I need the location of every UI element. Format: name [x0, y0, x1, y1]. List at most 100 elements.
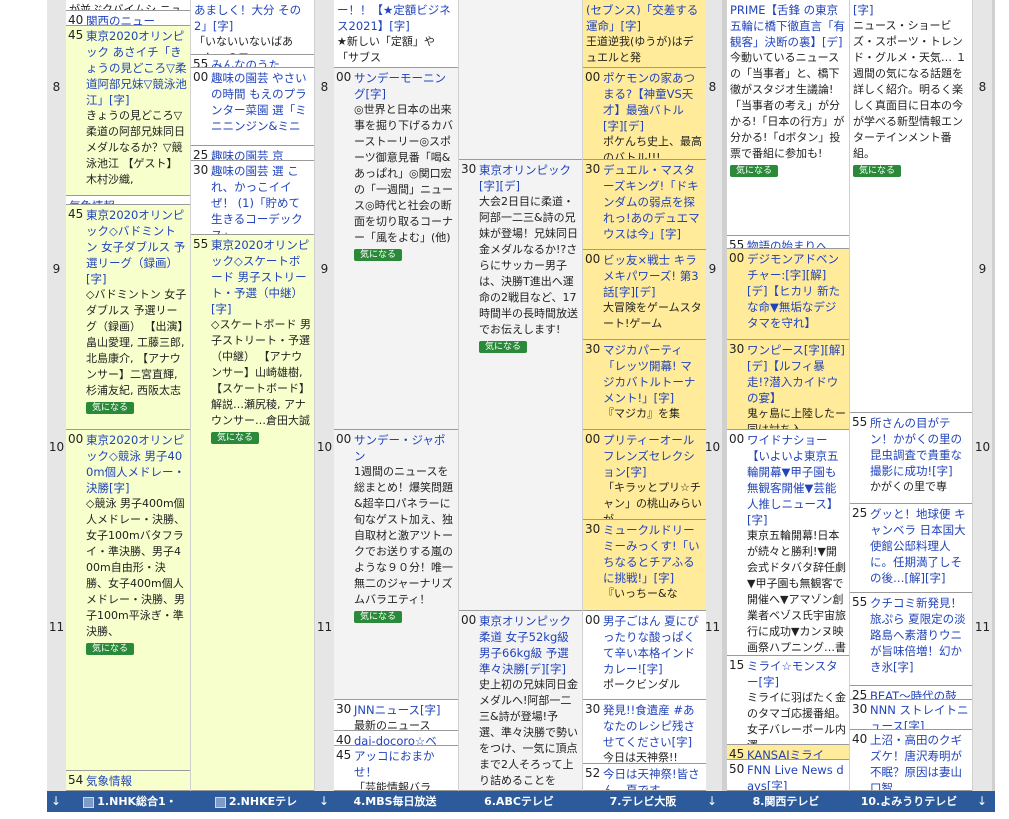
program-title-link[interactable]: 東京オリンピック[字][デ] [479, 162, 579, 194]
program-cell[interactable]: 55 東京2020オリンピック◇スケートボード 男子ストリート・予選（中継）[字]… [191, 235, 314, 791]
program-title-link[interactable]: 趣味の園芸 京 [211, 148, 311, 160]
program-title-link[interactable]: アッコにおまかせ！ [354, 748, 455, 780]
program-cell[interactable]: 25 グッと！地球便 キャンベラ 日本国大使館公邸料理人に。任期満了しその後…[解… [850, 504, 972, 593]
program-cell[interactable]: 25 BEAT～時代の鼓 [850, 686, 972, 700]
program-cell[interactable]: 30 ワンピース[字][解][デ]【ルフィ暴走!?潜入カイドウの宴】 鬼ヶ島に上陸し… [727, 340, 849, 430]
program-title-link[interactable]: デジモンアドベンチャー:[字][解][デ]【ヒカリ 新たな命▼無垢なデジタマを守… [747, 251, 846, 331]
program-cell[interactable]: 55 物語の始まりへ [727, 236, 849, 249]
program-title-link[interactable]: マジカパーティ「レッツ開幕! マジカバトルトーナメント!」[字] [603, 342, 703, 406]
channel-tab[interactable]: 10.よみうりテレビ [850, 791, 968, 812]
program-title-link[interactable]: ミライ☆モンスター[字] [747, 658, 846, 690]
program-title-link[interactable]: BEAT～時代の鼓 [870, 688, 969, 699]
program-title-link[interactable]: 東京オリンピック 柔道 女子52kg級 男子66kg級 予選準々決勝[デ][字] [479, 613, 579, 677]
program-cell[interactable]: [字] ニュース・ショービズ・スポーツ・トレンド・グルメ・天気… １週間の気になる… [850, 0, 972, 413]
program-cell[interactable]: あましく！大分 その2」[字]「いないいないばあっ！」のワ [191, 0, 314, 55]
program-title-link[interactable]: サンデーモーニング[字] [354, 70, 455, 102]
program-cell[interactable]: 30 ミュークルドリーミーみっくす!「いちなるとチアふるに挑戦!」[字] 『いっちー… [583, 520, 706, 611]
watchlist-button[interactable]: 気になる [354, 611, 403, 623]
program-title-link[interactable]: サンデー・ジャポン [354, 432, 455, 464]
program-title-link[interactable]: 趣味の園芸 選 これ、かっこイイぜ！ (1)「貯めて生きるコーデックス」 [211, 163, 311, 234]
program-title-link[interactable]: 東京2020オリンピック あさイチ「きょうの見どころ▽柔道阿部兄妹▽競泳池江」[… [86, 28, 187, 108]
channel-tab[interactable]: 7.テレビ大阪 [583, 791, 703, 812]
channel-tab[interactable]: 2.NHKEテレ [197, 791, 315, 812]
program-title-link[interactable]: FNN Live News days[字] [747, 762, 846, 790]
program-title-link[interactable]: 東京2020オリンピック◇競泳 男子400m個人メドレー・決勝[字] [86, 432, 187, 496]
program-title-link[interactable]: 発見!!食遺産 #あなたのレシピ残させてください[字] [603, 702, 703, 750]
program-cell[interactable]: 40 関西のニュー [66, 11, 190, 26]
program-title-link[interactable]: 所さんの目がテン！かがくの里の昆虫調査で貴重な撮影に成功![字] [870, 415, 969, 479]
program-cell[interactable] [459, 0, 582, 160]
program-title-link[interactable]: 東京2020オリンピック◇バドミントン 女子ダブルス 予選リーグ（録画）[字] [86, 207, 187, 287]
program-cell[interactable]: 30 デュエル・マスターズキング!「ドキンダムの弱点を探れっ!あのデュエマウスは今… [583, 160, 706, 250]
program-title-link[interactable]: NNN ストレイトニュース[字] [870, 702, 969, 729]
program-cell[interactable]: 00 趣味の園芸 やさいの時間 もえのプランター菜園 選「ミニニンジン&ミニ [191, 68, 314, 146]
program-cell[interactable]: 00 サンデー・ジャポン 1週間のニュースを総まとめ！爆笑問題&超辛口パネラーに旬な… [334, 430, 458, 700]
program-cell[interactable]: 40 dai-docoro☆ベ [334, 731, 458, 746]
program-cell[interactable]: 55 クチコミ新発見！旅ぷら 夏限定の淡路島へ素潜りウニが旨味倍増！幻かき氷[字] [850, 593, 972, 686]
program-cell[interactable]: 52 今日は天神祭!皆さん、夏です [583, 764, 706, 791]
program-title-link[interactable]: ポケモンの家あつまる?【神童VS天才】最強バトル[字][デ] [603, 70, 703, 134]
scroll-down-arrow-icon[interactable]: ↓ [973, 791, 991, 812]
program-cell[interactable]: 00 ポケモンの家あつまる?【神童VS天才】最強バトル[字][デ] ポケんち史上、最… [583, 68, 706, 160]
channel-tab[interactable]: 1.NHK総合1・ [69, 791, 191, 812]
program-title-link[interactable]: PRIME【舌鋒 の東京五輪に橋下徹直言「有観客」決断の裏】[デ] [730, 2, 846, 50]
program-cell[interactable]: 00 男子ごはん 夏にぴったりな酸っぱくて辛い本格インドカレー![字] ポークビンダ… [583, 611, 706, 700]
program-cell[interactable]: 30 発見!!食遺産 #あなたのレシピ残させてください[字] 今日は天神祭!! [583, 700, 706, 764]
watchlist-button[interactable]: 気になる [853, 165, 902, 177]
program-title-link[interactable]: JNNニュース[字] [354, 702, 455, 718]
program-title-link[interactable]: みんなのうた [211, 57, 311, 67]
program-cell[interactable]: PRIME【舌鋒 の東京五輪に橋下徹直言「有観客」決断の裏】[デ] 今動いているニ… [727, 0, 849, 236]
program-cell[interactable]: 55 所さんの目がテン！かがくの里の昆虫調査で貴重な撮影に成功![字] かがくの里で… [850, 413, 972, 504]
program-title-link[interactable]: dai-docoro☆ベ [354, 733, 455, 745]
program-cell[interactable]: 50 FNN Live News days[字] [727, 760, 849, 791]
scroll-down-arrow-icon[interactable]: ↓ [703, 791, 721, 812]
program-cell[interactable]: が並ぶクバイムシ ニュースは… [66, 0, 190, 11]
program-title-link[interactable]: [字] [853, 2, 969, 18]
program-cell[interactable]: 15 ミライ☆モンスター[字] ミライに羽ばたく金のタマゴ応援番組。女子バレーボール… [727, 656, 849, 745]
program-title-link[interactable]: 気象情報 [86, 773, 187, 789]
program-title-link[interactable]: (セブンス)「交差する運命」[字] [586, 2, 703, 34]
watchlist-button[interactable]: 気になる [354, 249, 403, 261]
program-title-link[interactable]: あましく！大分 その2」[字] [194, 2, 311, 34]
watchlist-button[interactable]: 気になる [86, 402, 135, 414]
program-title-link[interactable]: 関西のニュー [86, 13, 187, 25]
program-title-link[interactable]: クチコミ新発見！旅ぷら 夏限定の淡路島へ素潜りウニが旨味倍増！幻かき氷[字] [870, 595, 969, 675]
program-cell[interactable]: 00 ビッ友×戦士 キラメキパワーズ! 第3話[字][デ] 大冒険をゲームスタート!… [583, 250, 706, 340]
program-cell[interactable]: 30 JNNニュース[字] 最新のニュース [334, 700, 458, 731]
program-cell[interactable]: 気象情報 [66, 196, 190, 205]
program-cell[interactable]: 45 KANSAIミライ [727, 745, 849, 760]
program-title-link[interactable]: KANSAIミライ [747, 747, 846, 759]
channel-tab[interactable]: 4.MBS毎日放送 [335, 791, 455, 812]
program-cell[interactable]: 00 サンデーモーニング[字] ◎世界と日本の出来事を掘り下げるカバーストーリー◎ス… [334, 68, 458, 430]
program-cell[interactable]: 45 東京2020オリンピック あさイチ「きょうの見どころ▽柔道阿部兄妹▽競泳池江… [66, 26, 190, 196]
program-cell[interactable]: 00 デジモンアドベンチャー:[字][解][デ]【ヒカリ 新たな命▼無垢なデジタマ… [727, 249, 849, 340]
program-cell[interactable]: ー！！【★定額ビジネス2021】[字] ★新しい「定額」や「サブス [334, 0, 458, 68]
program-cell[interactable]: 00 東京2020オリンピック◇競泳 男子400m個人メドレー・決勝[字] ◇競泳 … [66, 430, 190, 771]
program-title-link[interactable]: ビッ友×戦士 キラメキパワーズ! 第3話[字][デ] [603, 252, 703, 300]
scroll-down-arrow-icon[interactable]: ↓ [47, 791, 65, 812]
program-title-link[interactable]: プリティーオールフレンズセレクション[字] [603, 432, 703, 480]
program-title-link[interactable]: 物語の始まりへ [747, 238, 846, 248]
watchlist-button[interactable]: 気になる [479, 341, 528, 353]
program-cell[interactable]: 45 アッコにおまかせ！ 「芸能情報バラ [334, 746, 458, 791]
program-title-link[interactable]: ワンピース[字][解][デ]【ルフィ暴走!?潜入カイドウの宴】 [747, 342, 846, 406]
program-title-link[interactable]: ミュークルドリーミーみっくす!「いちなるとチアふるに挑戦!」[字] [603, 522, 703, 586]
program-title-link[interactable]: 趣味の園芸 やさいの時間 もえのプランター菜園 選「ミニニンジン&ミニ [211, 70, 311, 134]
program-title-link[interactable]: ワイドナショー【いよいよ東京五輪開幕▼甲子園も無観客開催▼芸能人推しニュース】[… [747, 432, 846, 528]
program-cell[interactable]: 30 マジカパーティ「レッツ開幕! マジカバトルトーナメント!」[字] 『マジカ』を… [583, 340, 706, 430]
watchlist-button[interactable]: 気になる [86, 643, 135, 655]
program-cell[interactable]: 00 東京オリンピック 柔道 女子52kg級 男子66kg級 予選準々決勝[デ][… [459, 611, 582, 791]
scroll-down-arrow-icon[interactable]: ↓ [315, 791, 333, 812]
program-cell[interactable]: 25 趣味の園芸 京 [191, 146, 314, 161]
program-title-link[interactable]: 気象情報 [69, 198, 187, 204]
program-cell[interactable]: (セブンス)「交差する運命」[字] 王道逆我(ゆうが)はデュエルと発 [583, 0, 706, 68]
program-cell[interactable]: 00 プリティーオールフレンズセレクション[字] 「キラッとプリ☆チャン」の桃山みら… [583, 430, 706, 520]
program-title-link[interactable]: 今日は天神祭!皆さん、夏です [603, 766, 703, 790]
program-cell[interactable]: 00 ワイドナショー【いよいよ東京五輪開幕▼甲子園も無観客開催▼芸能人推しニュース… [727, 430, 849, 656]
program-cell[interactable]: 30 NNN ストレイトニュース[字] [850, 700, 972, 730]
program-title-link[interactable]: グッと！地球便 キャンベラ 日本国大使館公邸料理人に。任期満了しその後…[解][… [870, 506, 969, 586]
program-cell[interactable]: 30 東京オリンピック[字][デ] 大会2日目に柔道・阿部一二三&詩の兄妹が登場！兄… [459, 160, 582, 611]
watchlist-button[interactable]: 気になる [730, 165, 779, 177]
program-cell[interactable]: 40 上沼・高田のクギズケ！唐沢寿明が不眠？原因は妻山口智 [850, 730, 972, 791]
program-cell[interactable]: 45 東京2020オリンピック◇バドミントン 女子ダブルス 予選リーグ（録画）[字… [66, 205, 190, 430]
